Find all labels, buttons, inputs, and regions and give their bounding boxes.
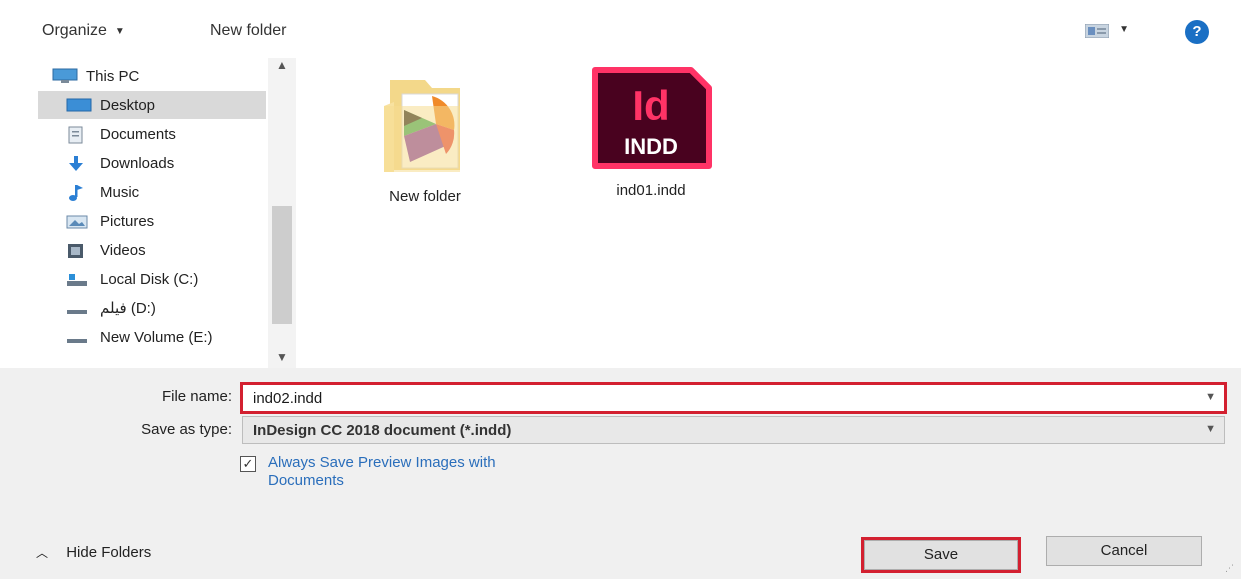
- chevron-down-icon[interactable]: ▼: [1205, 391, 1216, 403]
- nav-item-label: Documents: [100, 125, 176, 143]
- save-button[interactable]: Save: [861, 537, 1021, 573]
- toolbar: Organize ▼ New folder ▼ ?: [30, 14, 1221, 50]
- videos-icon: [66, 242, 90, 258]
- nav-item-label: Pictures: [100, 212, 155, 230]
- nav-item-documents[interactable]: Documents: [66, 120, 292, 148]
- cancel-button[interactable]: Cancel: [1046, 536, 1202, 566]
- nav-item-music[interactable]: Music: [66, 178, 292, 206]
- music-icon: [66, 184, 90, 201]
- navigation-scrollbar[interactable]: ▲ ▼: [268, 58, 296, 368]
- file-name-label: ind01.indd: [616, 182, 686, 199]
- new-folder-label: New folder: [210, 22, 287, 39]
- caret-down-icon: ▼: [114, 25, 125, 37]
- file-name-input[interactable]: ind02.indd ▼: [240, 382, 1227, 414]
- organize-button[interactable]: Organize ▼: [42, 22, 125, 40]
- nav-item-label: Downloads: [100, 154, 175, 172]
- indd-icon-text-top: Id: [632, 82, 669, 129]
- hide-folders-button[interactable]: ︿ Hide Folders: [36, 544, 151, 561]
- resize-grip-icon[interactable]: ⋰: [1225, 563, 1237, 575]
- scroll-down-icon[interactable]: ▼: [276, 350, 288, 364]
- file-list: New folder Id INDD ind01.indd: [300, 58, 1230, 368]
- pictures-icon: [66, 213, 90, 229]
- nav-item-pictures[interactable]: Pictures: [66, 207, 292, 235]
- help-icon[interactable]: ?: [1185, 20, 1209, 44]
- nav-item-local-disk-c[interactable]: Local Disk (C:): [66, 265, 292, 293]
- desktop-icon: [66, 97, 92, 113]
- nav-item-desktop[interactable]: Desktop: [38, 91, 266, 119]
- nav-item-this-pc[interactable]: This PC: [52, 62, 278, 90]
- save-form-panel: File name: ind02.indd ▼ Save as type: In…: [0, 368, 1241, 579]
- nav-item-label: فيلم (D:): [100, 300, 156, 317]
- drive-icon: [66, 329, 90, 345]
- indd-icon-text-bottom: INDD: [624, 134, 678, 159]
- nav-item-downloads[interactable]: Downloads: [66, 149, 292, 177]
- chevron-down-icon[interactable]: ▼: [1205, 423, 1216, 435]
- save-type-value: InDesign CC 2018 document (*.indd): [253, 421, 512, 439]
- save-type-field-label: Save as type:: [141, 421, 232, 438]
- always-save-preview-checkbox[interactable]: ✓: [240, 456, 256, 472]
- view-options-icon[interactable]: [1084, 23, 1110, 39]
- save-type-select[interactable]: InDesign CC 2018 document (*.indd) ▼: [242, 416, 1225, 444]
- scrollbar-thumb[interactable]: [272, 206, 292, 324]
- organize-label: Organize: [42, 22, 107, 39]
- file-item-folder[interactable]: New folder: [350, 70, 500, 205]
- file-name-value: ind02.indd: [253, 389, 323, 407]
- always-save-preview-label[interactable]: Always Save Preview Images with Document…: [268, 454, 508, 490]
- documents-icon: [66, 126, 90, 144]
- nav-item-label: Desktop: [100, 96, 156, 114]
- new-folder-button[interactable]: New folder: [210, 22, 286, 40]
- view-caret-down-icon[interactable]: ▼: [1119, 24, 1129, 35]
- file-name-label: New folder: [389, 188, 461, 205]
- hide-folders-label: Hide Folders: [66, 544, 152, 561]
- file-item-indd[interactable]: Id INDD ind01.indd: [576, 64, 726, 199]
- nav-item-label: New Volume (E:): [100, 328, 213, 346]
- nav-item-drive-d[interactable]: فيلم (D:): [66, 294, 292, 322]
- nav-item-videos[interactable]: Videos: [66, 236, 292, 264]
- save-as-dialog: Organize ▼ New folder ▼ ? This PC Deskto…: [0, 0, 1241, 579]
- nav-item-label: Local Disk (C:): [100, 270, 199, 288]
- navigation-pane: This PC Desktop Documents Downloads Musi…: [38, 58, 300, 368]
- folder-icon: [370, 70, 480, 180]
- nav-item-label: Music: [100, 183, 140, 201]
- indesign-file-icon: Id INDD: [587, 64, 715, 172]
- downloads-icon: [66, 155, 90, 171]
- drive-icon: [66, 271, 90, 287]
- scroll-up-icon[interactable]: ▲: [276, 58, 288, 72]
- nav-item-label: This PC: [86, 67, 140, 85]
- chevron-up-icon: ︿: [36, 546, 49, 560]
- nav-item-new-volume-e[interactable]: New Volume (E:): [66, 323, 292, 351]
- file-name-field-label: File name:: [161, 388, 232, 405]
- pc-icon: [52, 68, 78, 84]
- drive-icon: [66, 300, 90, 316]
- nav-item-label: Videos: [100, 241, 146, 259]
